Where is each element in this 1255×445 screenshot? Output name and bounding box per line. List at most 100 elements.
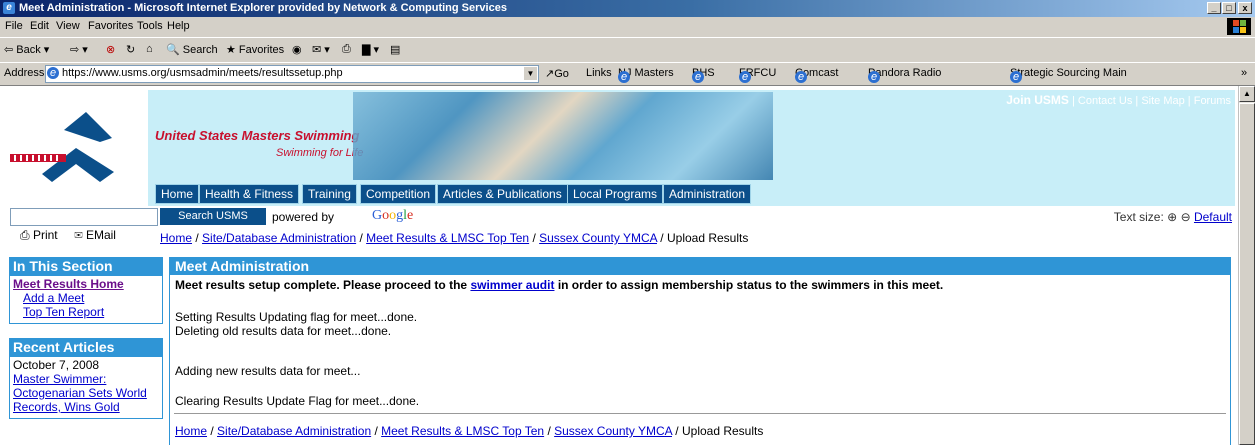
message-text-pre: Meet results setup complete. Please proc… [175, 278, 468, 292]
minimize-button[interactable]: _ [1207, 2, 1221, 14]
text-size-label: Text size: [1113, 210, 1164, 224]
zoom-in-icon[interactable]: ⊕ [1167, 210, 1177, 224]
breadcrumb-sussex[interactable]: Sussex County YMCA [554, 424, 672, 438]
breadcrumb: Home / Site/Database Administration / Me… [160, 231, 749, 245]
address-dropdown-icon[interactable]: ▼ [524, 67, 537, 80]
site-header: United States Masters Swimming Swimming … [8, 90, 1235, 206]
meet-results-home-link[interactable]: Meet Results Home [13, 277, 159, 291]
top-links: Join USMS | Contact Us | Site Map | Foru… [1006, 93, 1231, 107]
search-row: Search USMS powered by Google Text size:… [0, 207, 1238, 247]
forward-button[interactable]: ⇨ ▾ [70, 43, 88, 56]
article-link[interactable]: Master Swimmer: Octogenarian Sets World … [13, 372, 159, 414]
breadcrumb-current: Upload Results [681, 424, 764, 438]
usms-logo [8, 90, 148, 206]
menu-favorites[interactable]: Favorites [88, 20, 133, 32]
log-line: Clearing Results Update Flag for meet...… [175, 394, 420, 408]
nav-articles[interactable]: Articles & Publications [437, 184, 568, 204]
print-email-row: ⎙ Print ✉ EMail [20, 228, 116, 243]
print-link[interactable]: Print [33, 228, 58, 242]
link-ie-icon: e [795, 71, 807, 83]
article-date: October 7, 2008 [13, 358, 100, 372]
nav-health-fitness[interactable]: Health & Fitness [199, 184, 300, 204]
menu-view[interactable]: View [56, 20, 80, 32]
divider [174, 413, 1226, 414]
swimmer-audit-link[interactable]: swimmer audit [470, 278, 554, 292]
google-logo: Google [372, 208, 414, 223]
email-icon[interactable]: ✉ [74, 228, 82, 242]
recent-articles: October 7, 2008 Master Swimmer: Octogena… [9, 357, 163, 419]
mail-icon[interactable]: ✉ ▾ [312, 43, 330, 56]
links-overflow-icon[interactable]: » [1241, 67, 1247, 79]
address-bar: Address e https://www.usms.org/usmsadmin… [0, 63, 1255, 86]
toolbar: ⇦ Back ▾ ⇨ ▾ ⊗ ↻ ⌂ 🔍 Search ★ Favorites … [0, 38, 1255, 63]
breadcrumb-home[interactable]: Home [175, 424, 207, 438]
media-icon[interactable]: ◉ [292, 43, 302, 56]
breadcrumb-sussex[interactable]: Sussex County YMCA [539, 231, 657, 245]
forums-link[interactable]: Forums [1194, 95, 1231, 107]
add-meet-link[interactable]: Add a Meet [13, 291, 159, 305]
contact-us-link[interactable]: Contact Us [1078, 95, 1132, 107]
site-map-link[interactable]: Site Map [1141, 95, 1184, 107]
menu-file[interactable]: File [5, 20, 23, 32]
go-button[interactable]: ↗Go [545, 67, 569, 80]
link-strategic-sourcing[interactable]: e Strategic Sourcing Main [1010, 67, 1127, 83]
link-bhs[interactable]: e BHS [692, 67, 715, 83]
text-size-control: Text size: ⊕ ⊖ Default [1114, 210, 1232, 224]
menu-tools[interactable]: Tools [137, 20, 163, 32]
print-icon[interactable]: ⎙ [20, 228, 30, 242]
maximize-button[interactable]: □ [1222, 2, 1236, 14]
favorites-button[interactable]: ★ Favorites [226, 43, 284, 56]
search-usms-button[interactable]: Search USMS [160, 208, 266, 225]
link-ie-icon: e [1010, 71, 1022, 83]
link-ie-icon: e [692, 71, 704, 83]
print-toolbar-icon[interactable]: ⎙ [342, 43, 351, 56]
link-nj-masters[interactable]: e NJ Masters [618, 67, 674, 83]
zoom-out-icon[interactable]: ⊖ [1181, 210, 1191, 224]
breadcrumb-site-admin[interactable]: Site/Database Administration [217, 424, 371, 438]
brand-name: United States Masters Swimming [155, 128, 360, 143]
search-button[interactable]: 🔍 Search [166, 43, 218, 56]
links-label: Links [586, 67, 612, 79]
edit-icon[interactable]: ▇ ▾ [362, 43, 379, 56]
vertical-scrollbar[interactable]: ▲ [1238, 86, 1255, 445]
nav-competition[interactable]: Competition [360, 184, 437, 204]
title-bar: e Meet Administration - Microsoft Intern… [0, 0, 1255, 17]
address-label: Address [4, 67, 45, 79]
link-comcast[interactable]: e Comcast [795, 67, 838, 83]
back-button[interactable]: ⇦ Back ▾ [4, 43, 49, 56]
main-panel: Meet Administration Meet results setup c… [169, 257, 1231, 445]
stop-icon[interactable]: ⊗ [106, 43, 115, 56]
nav-administration[interactable]: Administration [663, 184, 752, 204]
section-title: In This Section [9, 257, 163, 276]
nav-training[interactable]: Training [302, 184, 357, 204]
address-input[interactable]: e https://www.usms.org/usmsadmin/meets/r… [45, 65, 539, 83]
link-frfcu[interactable]: e FRFCU [739, 67, 776, 83]
breadcrumb-meet-results[interactable]: Meet Results & LMSC Top Ten [381, 424, 544, 438]
bottom-breadcrumb: Home / Site/Database Administration / Me… [175, 424, 764, 438]
address-url[interactable]: https://www.usms.org/usmsadmin/meets/res… [62, 67, 343, 79]
link-ie-icon: e [618, 71, 630, 83]
section-links: Meet Results Home Add a Meet Top Ten Rep… [9, 276, 163, 324]
close-button[interactable]: x [1238, 2, 1252, 14]
email-link[interactable]: EMail [86, 228, 116, 242]
breadcrumb-home[interactable]: Home [160, 231, 192, 245]
menu-bar: File Edit View Favorites Tools Help [0, 17, 1255, 38]
top-ten-report-link[interactable]: Top Ten Report [13, 305, 159, 319]
menu-help[interactable]: Help [167, 20, 190, 32]
menu-edit[interactable]: Edit [30, 20, 49, 32]
home-icon[interactable]: ⌂ [146, 43, 153, 55]
join-usms-link[interactable]: Join USMS [1006, 93, 1069, 107]
search-input[interactable] [10, 208, 158, 226]
link-pandora[interactable]: e Pandora Radio [868, 67, 941, 83]
nav-home[interactable]: Home [155, 184, 200, 204]
breadcrumb-site-admin[interactable]: Site/Database Administration [202, 231, 356, 245]
refresh-icon[interactable]: ↻ [126, 43, 135, 56]
nav-local-programs[interactable]: Local Programs [567, 184, 664, 204]
header-swimmers-image [353, 92, 773, 180]
scroll-up-icon[interactable]: ▲ [1239, 86, 1255, 102]
breadcrumb-meet-results[interactable]: Meet Results & LMSC Top Ten [366, 231, 529, 245]
discuss-icon[interactable]: ▤ [390, 43, 400, 56]
log-line: Deleting old results data for meet...don… [175, 324, 392, 338]
default-size-link[interactable]: Default [1194, 210, 1232, 224]
scrollbar-thumb[interactable] [1239, 103, 1255, 445]
